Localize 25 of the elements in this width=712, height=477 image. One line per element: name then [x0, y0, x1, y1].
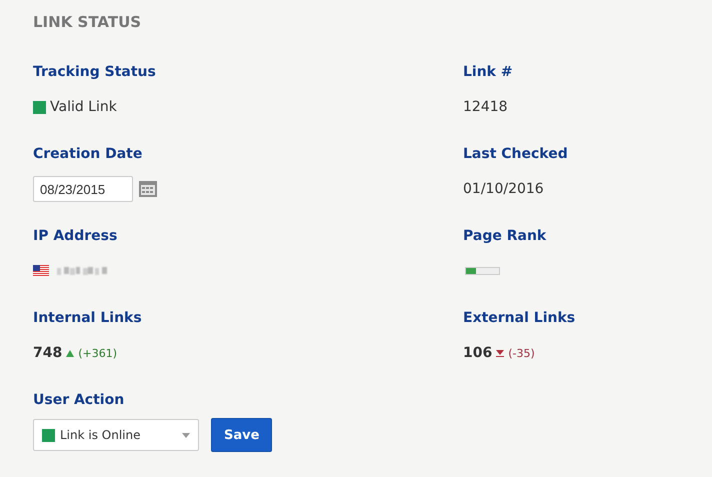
field-label: External Links — [463, 310, 576, 328]
flag-icon — [33, 265, 49, 277]
link-count: 748 — [33, 345, 62, 361]
field-label: Link # — [463, 64, 514, 82]
selected-option: Link is Online — [60, 428, 177, 442]
link-count: 106 — [463, 345, 492, 361]
link-change: (+361) — [78, 346, 118, 360]
field-label: User Action — [33, 392, 126, 410]
calendar-icon[interactable] — [139, 181, 157, 197]
field-value: 01/10/2016 — [463, 181, 544, 197]
field-value: 12418 — [463, 99, 508, 115]
field-label: Page Rank — [463, 228, 548, 246]
field-label: Last Checked — [463, 146, 569, 164]
action-dropdown[interactable]: Link is Online — [33, 419, 199, 451]
status-text: Valid Link — [50, 99, 117, 115]
field-label: IP Address — [33, 228, 118, 246]
redacted-text — [57, 266, 107, 276]
save-button[interactable]: Save — [211, 418, 272, 452]
link-change: (-35) — [508, 346, 535, 360]
caret-icon — [182, 432, 190, 438]
field-label: Internal Links — [33, 310, 143, 328]
field-label: Tracking Status — [33, 64, 157, 82]
field-label: Creation Date — [33, 146, 144, 164]
date-field[interactable]: 08/23/2015 — [33, 176, 133, 202]
section-title: LINK STATUS — [33, 13, 142, 31]
